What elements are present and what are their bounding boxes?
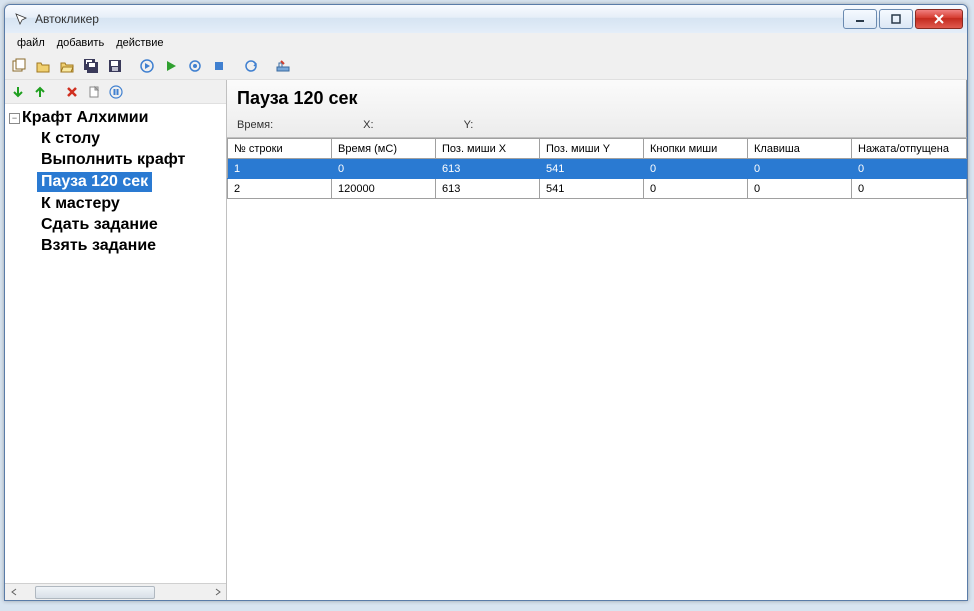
detail-title: Пауза 120 сек <box>237 88 956 109</box>
record-icon[interactable] <box>185 56 205 76</box>
table-header[interactable]: Нажата/отпущена <box>852 139 967 159</box>
tree-item[interactable]: Выполнить крафт <box>37 150 224 170</box>
detail-x-label: X: <box>363 119 373 131</box>
pause-icon[interactable] <box>107 83 125 101</box>
table-cell: 613 <box>436 159 540 179</box>
table-cell: 0 <box>852 179 967 199</box>
collapse-icon[interactable]: − <box>9 113 20 124</box>
settings-icon[interactable] <box>273 56 293 76</box>
tree-root[interactable]: − Крафт Алхимии <box>7 108 224 128</box>
scroll-thumb[interactable] <box>35 586 155 599</box>
table-row[interactable]: 2120000613541000 <box>228 179 967 199</box>
delete-icon[interactable] <box>63 83 81 101</box>
scroll-left-icon[interactable] <box>5 584 22 601</box>
close-button[interactable] <box>915 9 963 29</box>
loop-icon[interactable] <box>241 56 261 76</box>
table-cell: 613 <box>436 179 540 199</box>
table-cell: 0 <box>644 159 748 179</box>
tree-item[interactable]: Взять задание <box>37 236 224 256</box>
table-header[interactable]: № строки <box>228 139 332 159</box>
detail-y-label: Y: <box>464 119 474 131</box>
open-icon[interactable] <box>57 56 77 76</box>
detail-info: Время: X: Y: <box>237 119 956 131</box>
save-all-icon[interactable] <box>81 56 101 76</box>
scroll-right-icon[interactable] <box>209 584 226 601</box>
save-icon[interactable] <box>105 56 125 76</box>
window-title: Автокликер <box>35 12 841 26</box>
table-cell: 0 <box>332 159 436 179</box>
arrow-down-icon[interactable] <box>9 83 27 101</box>
stop-icon[interactable] <box>209 56 229 76</box>
table-row[interactable]: 10613541000 <box>228 159 967 179</box>
table-cell: 541 <box>540 159 644 179</box>
menubar: файл добавить действие <box>5 33 967 53</box>
tree-item[interactable]: К мастеру <box>37 194 224 214</box>
table-header[interactable]: Поз. миши Y <box>540 139 644 159</box>
new-page-icon[interactable] <box>85 83 103 101</box>
window-controls <box>841 9 963 29</box>
table-cell: 0 <box>852 159 967 179</box>
main-panel: Пауза 120 сек Время: X: Y: № строкиВремя… <box>227 80 967 600</box>
open-folder-icon[interactable] <box>33 56 53 76</box>
tree-item[interactable]: К столу <box>37 129 224 149</box>
play-icon[interactable] <box>161 56 181 76</box>
titlebar: Автокликер <box>5 5 967 33</box>
app-icon <box>13 11 29 27</box>
detail-header: Пауза 120 сек Время: X: Y: <box>227 80 967 138</box>
play-outline-icon[interactable] <box>137 56 157 76</box>
table-cell: 0 <box>644 179 748 199</box>
table-cell: 0 <box>748 159 852 179</box>
table-header[interactable]: Клавиша <box>748 139 852 159</box>
steps-table: № строкиВремя (мС)Поз. миши XПоз. миши Y… <box>227 138 967 199</box>
detail-time-label: Время: <box>237 119 273 131</box>
sidebar-toolbar <box>5 80 226 104</box>
table-header[interactable]: Кнопки миши <box>644 139 748 159</box>
menu-add[interactable]: добавить <box>51 35 110 51</box>
tree-root-label: Крафт Алхимии <box>22 109 148 127</box>
table-cell: 0 <box>748 179 852 199</box>
tree-item[interactable]: Пауза 120 сек <box>37 172 152 192</box>
minimize-button[interactable] <box>843 9 877 29</box>
table-cell: 1 <box>228 159 332 179</box>
arrow-up-icon[interactable] <box>31 83 49 101</box>
table-header[interactable]: Поз. миши X <box>436 139 540 159</box>
content-area: − Крафт Алхимии К столуВыполнить крафтПа… <box>5 79 967 600</box>
main-toolbar <box>5 53 967 79</box>
table-cell: 2 <box>228 179 332 199</box>
table-cell: 120000 <box>332 179 436 199</box>
sidebar-scrollbar[interactable] <box>5 583 226 600</box>
menu-file[interactable]: файл <box>11 35 51 51</box>
table-cell: 541 <box>540 179 644 199</box>
table-header[interactable]: Время (мС) <box>332 139 436 159</box>
sidebar: − Крафт Алхимии К столуВыполнить крафтПа… <box>5 80 227 600</box>
app-window: Автокликер файл добавить действие <box>4 4 968 601</box>
new-project-icon[interactable] <box>9 56 29 76</box>
tree-item[interactable]: Сдать задание <box>37 215 224 235</box>
macro-tree: − Крафт Алхимии К столуВыполнить крафтПа… <box>5 104 226 583</box>
menu-action[interactable]: действие <box>110 35 169 51</box>
steps-table-wrap: № строкиВремя (мС)Поз. миши XПоз. миши Y… <box>227 138 967 199</box>
maximize-button[interactable] <box>879 9 913 29</box>
